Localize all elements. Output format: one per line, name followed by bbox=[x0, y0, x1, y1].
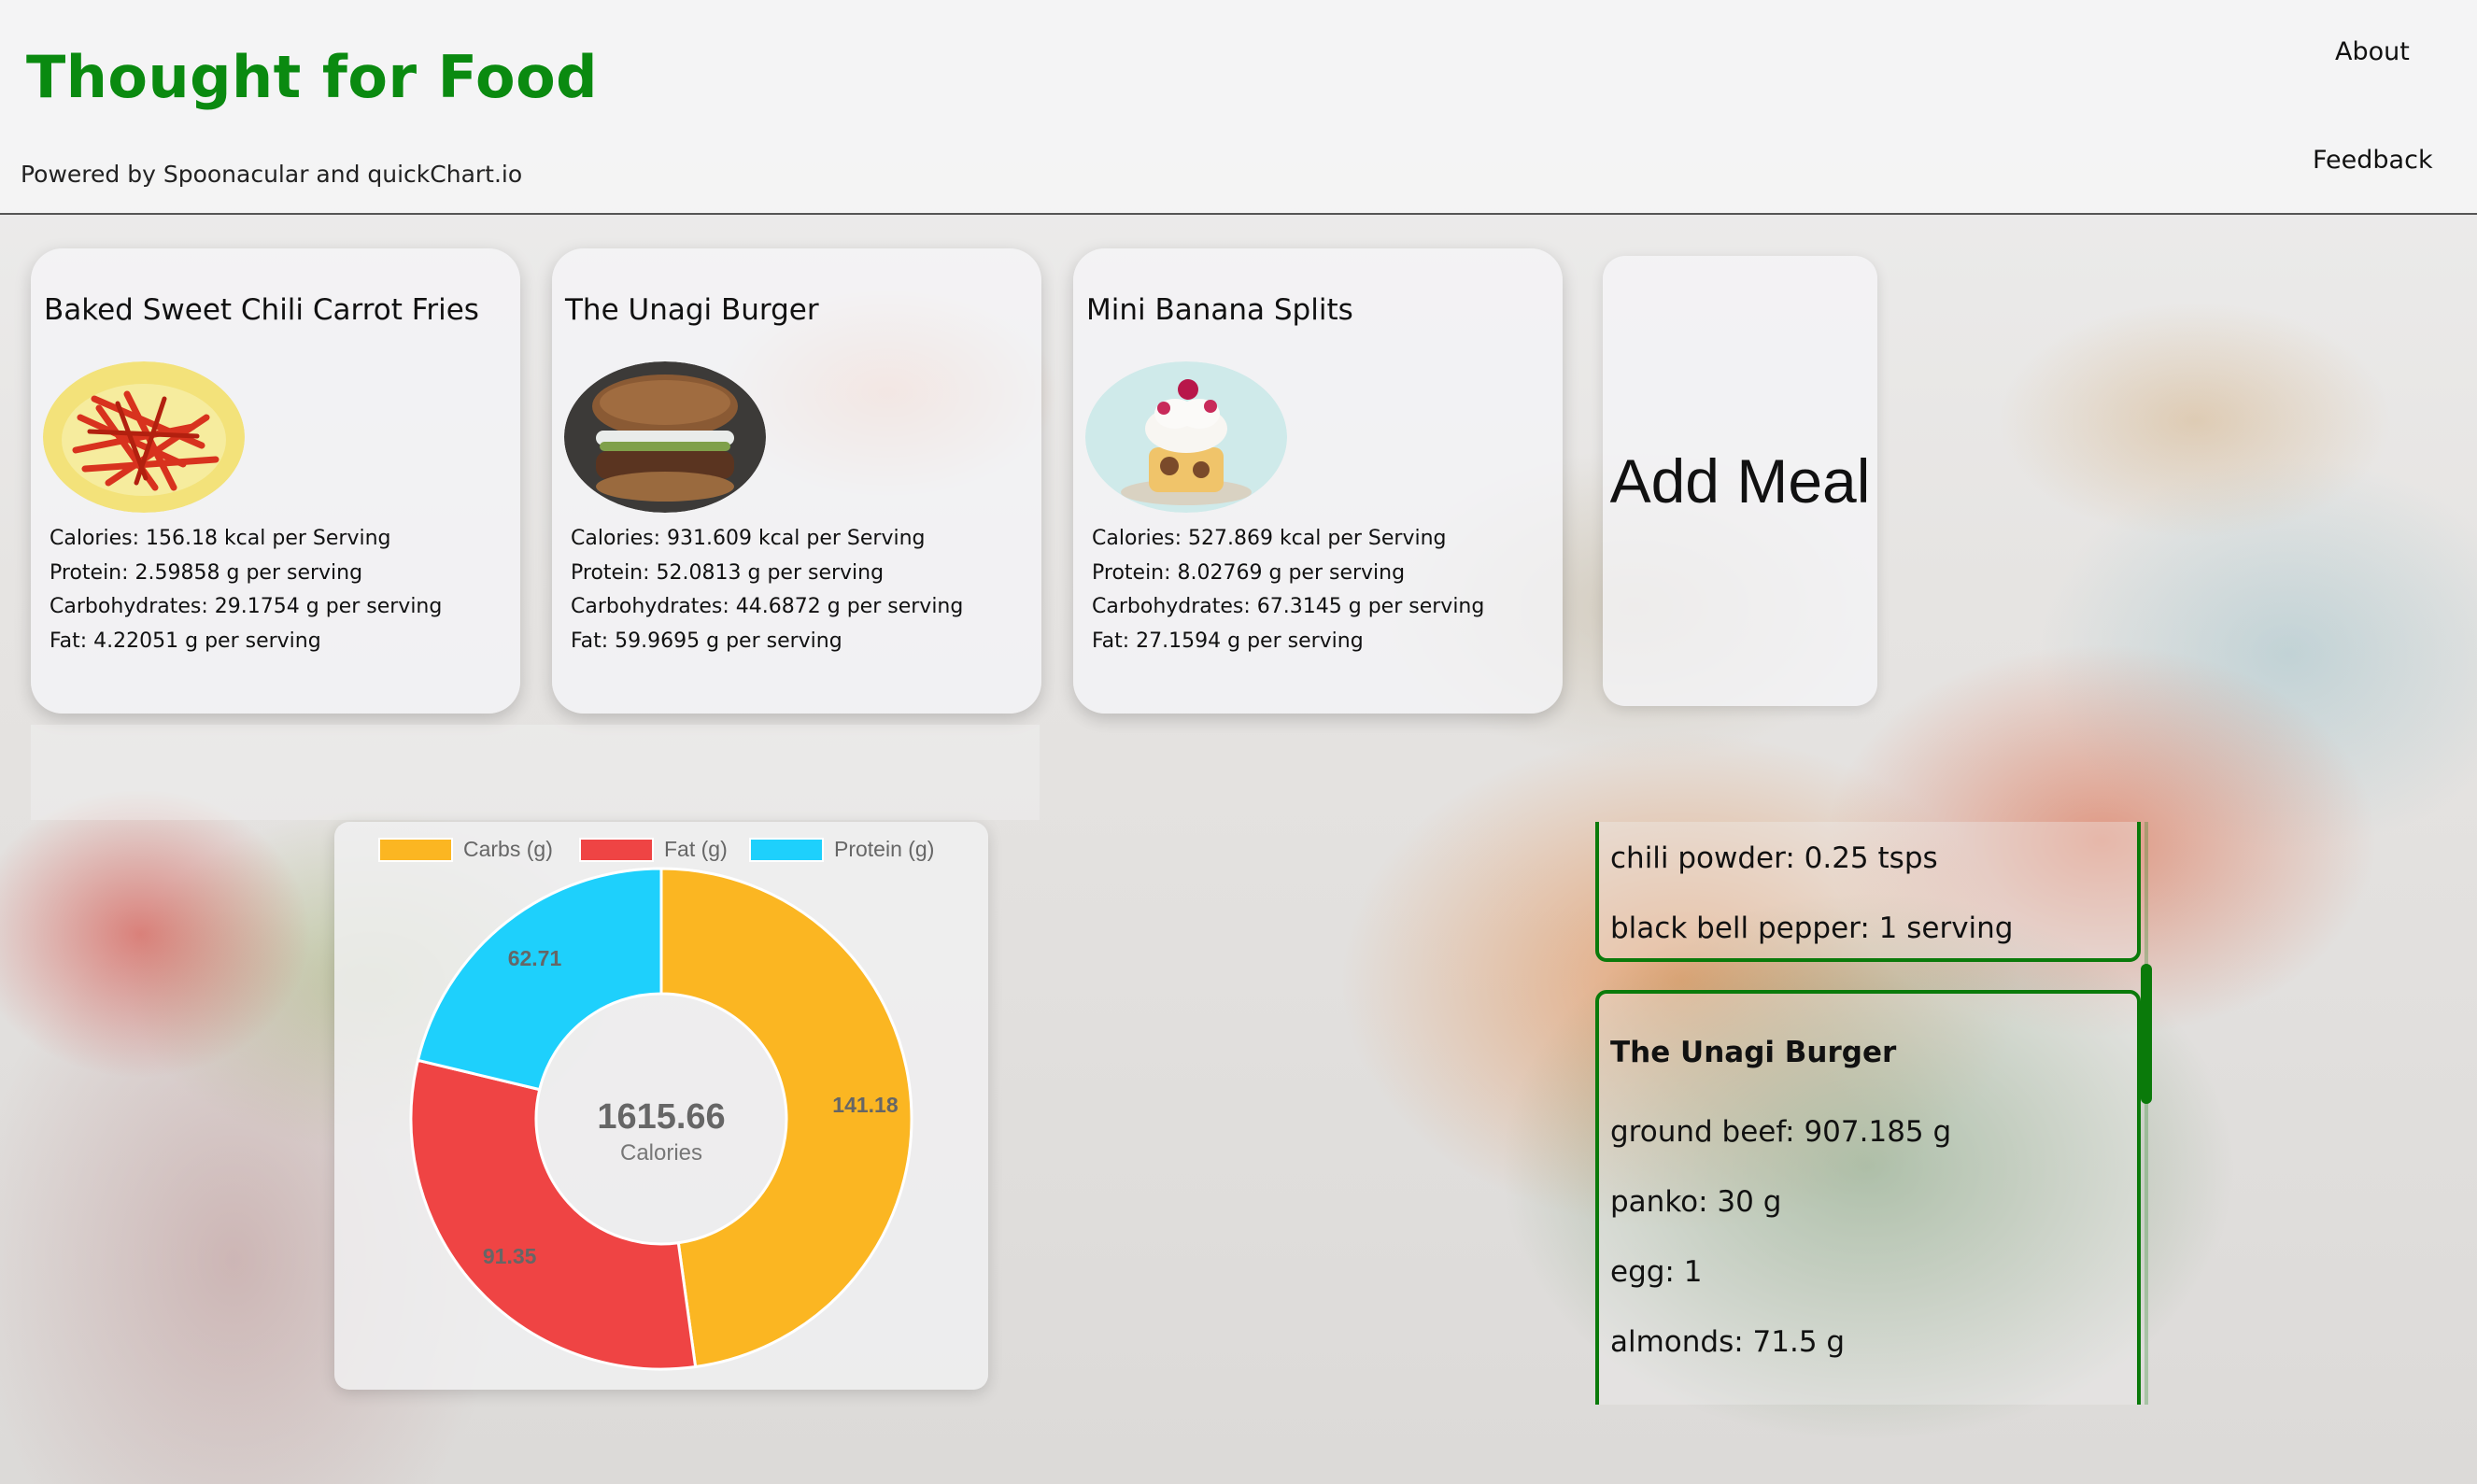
legend-label: Carbs (g) bbox=[463, 837, 553, 861]
nutrition-doughnut-chart: Carbs (g) Fat (g) Protein (g) 141.18 91.35 62… bbox=[378, 837, 934, 1371]
add-meal-button[interactable]: Add Meal bbox=[1603, 256, 1877, 706]
ingredients-scroll-track[interactable] bbox=[2144, 822, 2148, 1405]
meal-carbs: Carbohydrates: 67.3145 g per serving bbox=[1092, 595, 1485, 618]
legend-swatch bbox=[579, 838, 654, 862]
meal-nutrients: Calories: 931.609 kcal per Serving Prote… bbox=[571, 522, 963, 658]
cards-divider-band bbox=[31, 725, 1040, 820]
meal-image-banana-splits bbox=[1085, 361, 1287, 513]
ingredient-card: chili powder: 0.25 tsps black bell peppe… bbox=[1595, 822, 2141, 962]
ingredient-line: panko: 30 g bbox=[1610, 1185, 1782, 1219]
legend-swatch bbox=[749, 838, 824, 862]
add-meal-label: Add Meal bbox=[1609, 446, 1871, 516]
nav-feedback-link[interactable]: Feedback bbox=[2313, 146, 2433, 175]
chart-center-value: 1615.66 bbox=[597, 1097, 725, 1137]
chart-center-label: Calories bbox=[620, 1140, 702, 1166]
legend-label: Fat (g) bbox=[664, 837, 728, 861]
ingredient-line: black bell pepper: 1 serving bbox=[1610, 912, 2014, 945]
meal-title: Mini Banana Splits bbox=[1086, 293, 1353, 327]
meal-title: Baked Sweet Chili Carrot Fries bbox=[44, 293, 479, 327]
nutrition-chart-panel: Carbs (g) Fat (g) Protein (g) 141.18 91.35 62… bbox=[334, 822, 988, 1390]
meal-calories: Calories: 931.609 kcal per Serving bbox=[571, 527, 926, 550]
meal-fat: Fat: 27.1594 g per serving bbox=[1092, 629, 1364, 653]
chart-data-label: 62.71 bbox=[508, 946, 562, 970]
legend-item[interactable]: Carbs (g) bbox=[378, 837, 553, 862]
nav-about-link[interactable]: About bbox=[2335, 37, 2410, 66]
site-header: Thought for Food Powered by Spoonacular … bbox=[0, 0, 2477, 215]
ingredients-list[interactable]: chili powder: 0.25 tsps black bell peppe… bbox=[1593, 822, 2144, 1405]
meal-fat: Fat: 4.22051 g per serving bbox=[50, 629, 321, 653]
meal-nutrients: Calories: 527.869 kcal per Serving Prote… bbox=[1092, 522, 1484, 658]
meal-card-banana-splits[interactable]: Mini Banana Splits Calories: 527.869 kca… bbox=[1073, 248, 1563, 714]
meal-protein: Protein: 8.02769 g per serving bbox=[1092, 560, 1406, 585]
meal-image-unagi-burger bbox=[564, 361, 766, 513]
chart-data-label: 91.35 bbox=[483, 1244, 537, 1268]
ingredient-card-title: The Unagi Burger bbox=[1610, 1036, 1897, 1069]
chart-data-label: 141.18 bbox=[832, 1093, 899, 1117]
ingredients-scroll-thumb[interactable] bbox=[2141, 964, 2152, 1104]
meal-title: The Unagi Burger bbox=[565, 293, 819, 327]
powered-by-text: Powered by Spoonacular and quickChart.io bbox=[21, 161, 523, 188]
ingredient-line: ground beef: 907.185 g bbox=[1610, 1115, 1952, 1149]
ingredient-line: almonds: 71.5 g bbox=[1610, 1325, 1846, 1359]
chart-slice[interactable] bbox=[416, 867, 663, 1092]
meal-calories: Calories: 527.869 kcal per Serving bbox=[1092, 527, 1447, 550]
meal-carbs: Carbohydrates: 44.6872 g per serving bbox=[571, 595, 964, 618]
meal-protein: Protein: 2.59858 g per serving bbox=[50, 560, 363, 585]
site-title: Thought for Food bbox=[26, 43, 599, 111]
meal-card-unagi-burger[interactable]: The Unagi Burger Calories: 931.609 kcal … bbox=[552, 248, 1041, 714]
meal-nutrients: Calories: 156.18 kcal per Serving Protei… bbox=[50, 522, 442, 658]
ingredient-line: egg: 1 bbox=[1610, 1255, 1703, 1289]
meal-fat: Fat: 59.9695 g per serving bbox=[571, 629, 842, 653]
meal-carbs: Carbohydrates: 29.1754 g per serving bbox=[50, 595, 443, 618]
legend-item[interactable]: Protein (g) bbox=[749, 837, 934, 862]
ingredient-line: chili powder: 0.25 tsps bbox=[1610, 841, 1938, 875]
meal-calories: Calories: 156.18 kcal per Serving bbox=[50, 527, 391, 550]
meal-protein: Protein: 52.0813 g per serving bbox=[571, 560, 885, 585]
meal-card-carrot-fries[interactable]: Baked Sweet Chili Carrot Fries Calories:… bbox=[31, 248, 520, 714]
legend-swatch bbox=[378, 838, 453, 862]
meal-image-carrot-fries bbox=[43, 361, 245, 513]
ingredient-card: The Unagi Burger ground beef: 907.185 g … bbox=[1595, 990, 2141, 1405]
legend-item[interactable]: Fat (g) bbox=[579, 837, 728, 862]
legend-label: Protein (g) bbox=[834, 837, 934, 861]
